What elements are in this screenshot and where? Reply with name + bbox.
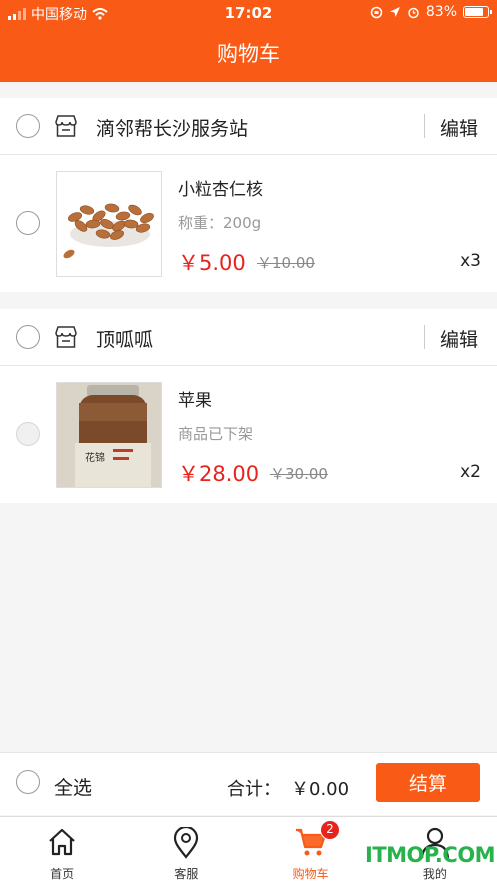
product-original-price: ￥10.00 [257, 254, 315, 272]
tab-home[interactable]: 首页 [0, 817, 124, 883]
orientation-lock-icon [370, 6, 383, 18]
tab-label: 客服 [174, 867, 199, 881]
home-icon [49, 828, 75, 856]
product-spec: 称重：200g [178, 214, 262, 232]
select-all-radio[interactable] [16, 770, 40, 794]
product-status: 商品已下架 [178, 425, 254, 443]
store-icon [55, 326, 77, 348]
shop-name[interactable]: 顶呱呱 [96, 325, 153, 352]
product-quantity: x2 [460, 462, 481, 482]
shop-header: 顶呱呱 编辑 [0, 309, 497, 366]
alarm-icon [408, 7, 419, 18]
location-pin-icon [174, 827, 199, 859]
svg-text:花锦: 花锦 [85, 451, 105, 464]
tab-label: 购物车 [292, 867, 329, 881]
total-value: ￥0.00 [291, 779, 350, 800]
product-image-almonds[interactable] [56, 171, 162, 277]
status-bar: 中国移动 17:02 83% [0, 0, 497, 26]
app-header: 中国移动 17:02 83% 购物车 [0, 0, 497, 82]
cart-count-badge: 2 [320, 820, 340, 840]
battery-percent: 83% [425, 4, 457, 20]
checkout-button[interactable]: 结算 [376, 763, 480, 802]
tab-cart[interactable]: 购物车 [249, 817, 373, 883]
product-quantity: x3 [460, 251, 481, 271]
location-arrow-icon [389, 7, 400, 17]
divider [424, 325, 425, 349]
total-label: 合计： [227, 779, 281, 800]
edit-button[interactable]: 编辑 [440, 325, 478, 352]
tab-label: 首页 [50, 867, 75, 881]
battery-icon [463, 6, 492, 18]
item-select-radio-disabled [16, 422, 40, 446]
product-name[interactable]: 小粒杏仁核 [178, 175, 263, 200]
divider [424, 114, 425, 138]
shop-select-radio[interactable] [16, 325, 40, 349]
shop-select-radio[interactable] [16, 114, 40, 138]
cart-item[interactable]: 小粒杏仁核 称重：200g ￥5.00 ￥10.00 x3 [0, 155, 497, 292]
product-name[interactable]: 苹果 [178, 386, 212, 411]
cart-item[interactable]: 花锦 苹果 商品已下架 ￥28.00 ￥30.00 x2 [0, 366, 497, 503]
shop-card: 滴邻帮长沙服务站 编辑 小粒杏仁核 称重：200g ￥5.00 ￥10.00 x… [0, 98, 497, 292]
tab-service[interactable]: 客服 [124, 817, 248, 883]
checkout-bar: 全选 合计： ￥0.00 结算 [0, 752, 497, 815]
store-icon [55, 115, 77, 137]
shop-card: 顶呱呱 编辑 花锦 苹果 商品已下架 ￥28.00 ￥30.00 x2 [0, 309, 497, 503]
product-price: ￥28.00 [178, 462, 260, 486]
edit-button[interactable]: 编辑 [440, 114, 478, 141]
tab-label: 我的 [422, 867, 447, 881]
shop-name[interactable]: 滴邻帮长沙服务站 [96, 114, 248, 141]
shop-header: 滴邻帮长沙服务站 编辑 [0, 98, 497, 155]
select-all-label[interactable]: 全选 [54, 773, 92, 800]
product-price: ￥5.00 [178, 251, 246, 275]
watermark-text: ITMOP.COM [365, 843, 496, 867]
product-original-price: ￥30.00 [270, 465, 328, 483]
product-image-jar[interactable]: 花锦 [56, 382, 162, 488]
item-select-radio[interactable] [16, 211, 40, 235]
page-title: 购物车 [217, 42, 280, 66]
